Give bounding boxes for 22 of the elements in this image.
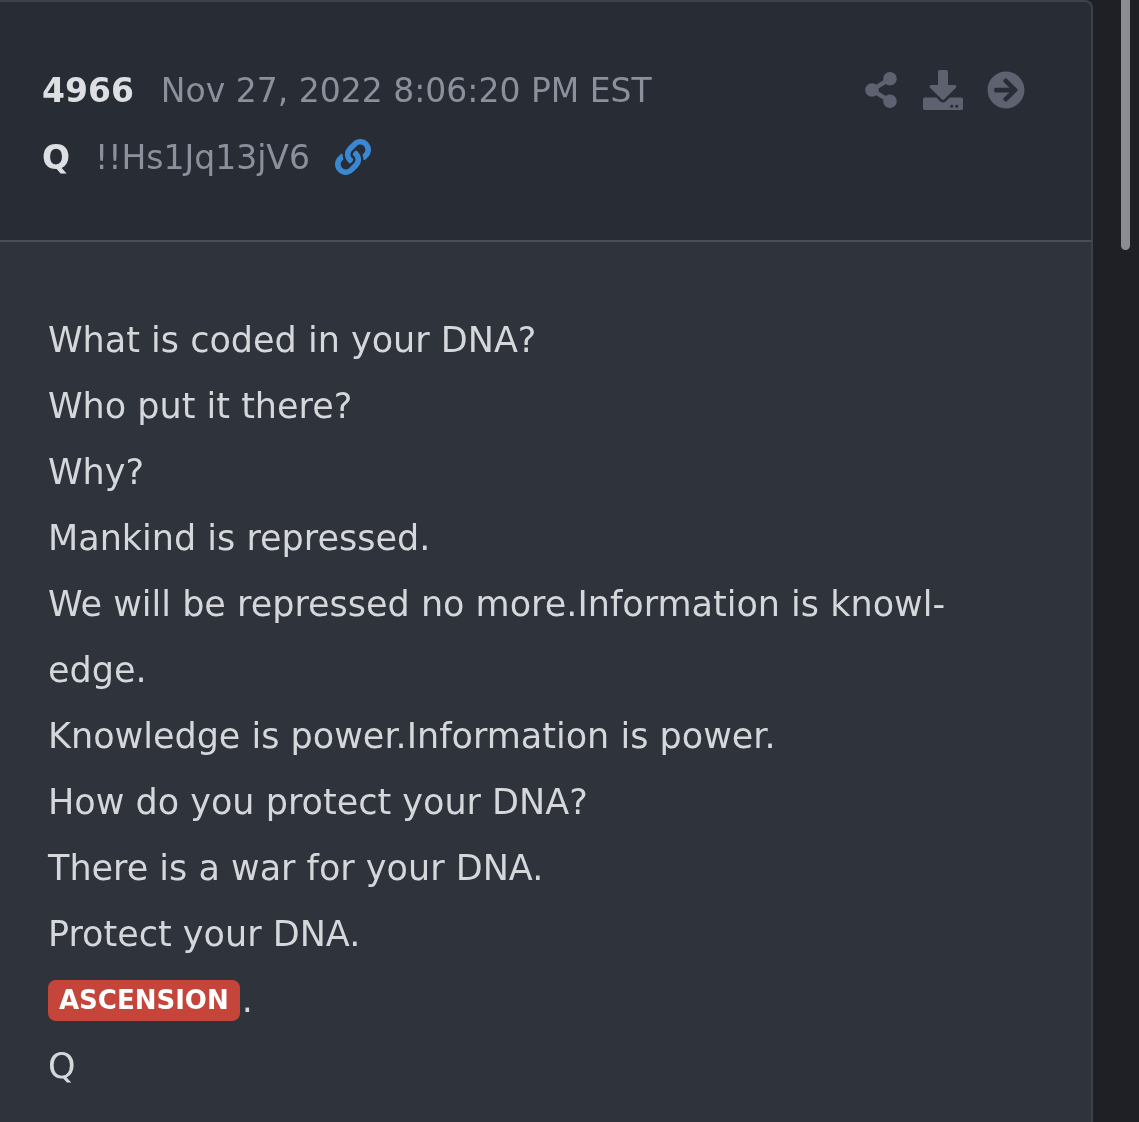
post-text-line: We will be repressed no more.Information is knowl- (48, 583, 946, 626)
post-text-line: Knowledge is power.Information is power. (48, 715, 776, 758)
post-text-line: How do you protect your DNA? (48, 781, 588, 824)
punctuation-text: . (241, 979, 253, 1022)
author-name: Q (42, 137, 71, 177)
post-text-line: edge. (48, 649, 147, 692)
share-icon[interactable] (863, 72, 899, 108)
post-text-line: Who put it there? (48, 385, 353, 428)
post-text-line: Why? (48, 451, 145, 494)
post-number: 4966 (42, 70, 134, 110)
tripcode: !!Hs1Jq13jV6 (95, 137, 310, 177)
post-text-line: What is coded in your DNA? (48, 319, 537, 362)
tag-label[interactable]: ASCENSION (48, 979, 240, 1021)
post-text-line: Q (48, 1045, 76, 1088)
post-text-line: Protect your DNA. (48, 913, 361, 956)
post-text-line: There is a war for your DNA. (48, 847, 544, 890)
link-icon[interactable] (334, 139, 371, 175)
scrollbar-thumb[interactable] (1121, 0, 1130, 250)
post-text-line: Mankind is repressed. (48, 517, 431, 560)
post-timestamp: Nov 27, 2022 8:06:20 PM EST (160, 70, 652, 110)
download-icon[interactable] (923, 70, 963, 110)
arrow-circle-right-icon[interactable] (987, 71, 1025, 109)
